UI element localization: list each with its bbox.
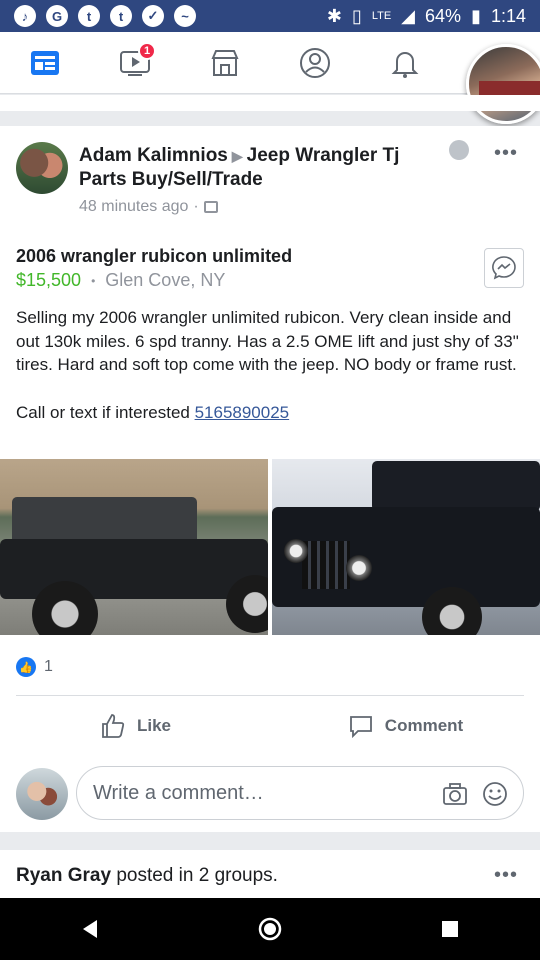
profile-icon — [300, 47, 330, 78]
home-icon[interactable] — [257, 916, 283, 942]
separator-dot: • — [91, 273, 96, 288]
next-post-card: Ryan Gray posted in 2 groups. ••• — [0, 850, 540, 900]
google-icon: G — [46, 5, 68, 27]
headlight — [284, 539, 308, 563]
comment-tools — [441, 780, 509, 808]
camera-icon[interactable] — [441, 780, 469, 808]
previous-post-bottom — [0, 95, 540, 111]
like-label: Like — [136, 716, 172, 735]
messenger-status-icon: ~ — [174, 5, 196, 27]
nav-profile[interactable] — [270, 32, 360, 94]
comment-label: Comment — [384, 716, 464, 735]
group-privacy-icon — [203, 201, 218, 213]
post-photo-1[interactable] — [0, 459, 268, 635]
more-options-icon[interactable]: ••• — [494, 142, 518, 165]
author-name[interactable]: Adam Kalimnios — [79, 145, 228, 166]
arrow-right-icon: ▶ — [231, 148, 243, 164]
recents-icon[interactable] — [437, 916, 463, 942]
divider — [16, 695, 524, 696]
post-description: Selling my 2006 wrangler unlimited rubic… — [16, 308, 519, 374]
post-card: Adam Kalimnios ▶ Jeep Wrangler Tj Parts Bu… — [0, 126, 540, 832]
post-body: Selling my 2006 wrangler unlimited rubic… — [16, 306, 524, 424]
comment-placeholder: Write a comment… — [93, 781, 264, 804]
video-badge: 1 — [138, 41, 156, 60]
next-post-suffix: posted in 2 groups. — [111, 865, 278, 886]
vibrate-icon: ▯ — [351, 5, 362, 26]
clock: 1:14 — [490, 5, 526, 26]
app-notification-icon: ♪ — [14, 5, 36, 27]
android-nav-bar — [0, 898, 540, 960]
marketplace-icon — [211, 49, 239, 76]
insights-icon[interactable] — [449, 140, 469, 160]
like-reaction-icon: 👍 — [16, 657, 36, 677]
avatar[interactable] — [16, 142, 68, 194]
price-row: $15,500 • Glen Cove, NY — [16, 270, 225, 291]
bluetooth-icon: ✱ — [326, 5, 342, 26]
next-post-author[interactable]: Ryan Gray — [16, 865, 111, 886]
signal-icon: ◢ — [401, 5, 416, 26]
comment-input[interactable]: Write a comment… — [76, 766, 524, 820]
post-header: Adam Kalimnios ▶ Jeep Wrangler Tj Parts Bu… — [79, 144, 449, 192]
tumblr-icon: t — [110, 5, 132, 27]
top-nav: 1 — [0, 32, 540, 94]
avatar[interactable] — [16, 768, 68, 820]
message-seller-button[interactable] — [484, 248, 524, 288]
phone-link[interactable]: 5165890025 — [195, 403, 290, 422]
jeep-hardtop — [372, 461, 540, 511]
news-feed-icon — [31, 50, 59, 75]
post-time[interactable]: 48 minutes ago — [79, 198, 188, 216]
contact-line: Call or text if interested 5165890025 — [16, 401, 524, 425]
comment-button[interactable]: Comment — [270, 706, 540, 746]
nav-news-feed[interactable] — [0, 32, 90, 94]
chat-head-photo — [479, 81, 540, 95]
price: $15,500 — [16, 270, 82, 290]
headlight — [346, 555, 372, 581]
comment-row: Write a comment… — [0, 766, 540, 822]
comment-icon — [349, 716, 372, 739]
call-text: Call or text if interested — [16, 402, 195, 422]
back-icon[interactable] — [77, 916, 103, 942]
reactions-summary[interactable]: 👍 1 — [16, 657, 53, 677]
emoji-icon[interactable] — [481, 780, 509, 808]
jeep-body — [0, 539, 268, 599]
location: Glen Cove, NY — [105, 270, 226, 290]
like-count: 1 — [44, 658, 53, 675]
post-photo-2[interactable] — [272, 459, 540, 635]
notifications-icon — [391, 51, 419, 78]
like-icon — [102, 714, 125, 738]
twitter-icon: ✓ — [142, 5, 164, 27]
action-bar: Like Comment — [0, 706, 540, 746]
nav-marketplace[interactable] — [180, 32, 270, 94]
battery-icon: ▮ — [471, 5, 481, 26]
battery-percent: 64% — [425, 5, 462, 26]
post-meta: 48 minutes ago · — [79, 198, 218, 216]
nav-notifications[interactable] — [360, 32, 450, 94]
messenger-icon — [492, 256, 516, 280]
jeep-grille — [302, 541, 350, 589]
like-button[interactable]: Like — [0, 706, 270, 746]
tumblr-icon: t — [78, 5, 100, 27]
nav-video[interactable]: 1 — [90, 32, 180, 94]
next-post-header: Ryan Gray posted in 2 groups. — [16, 865, 278, 887]
status-bar: ♪ G t t ✓ ~ ✱ ▯ LTE ◢ 64% ▮ 1:14 — [0, 0, 540, 32]
chat-head[interactable] — [466, 44, 540, 124]
item-title: 2006 wrangler rubicon unlimited — [16, 246, 293, 266]
network-label: LTE — [371, 10, 392, 22]
more-options-icon[interactable]: ••• — [494, 864, 518, 887]
